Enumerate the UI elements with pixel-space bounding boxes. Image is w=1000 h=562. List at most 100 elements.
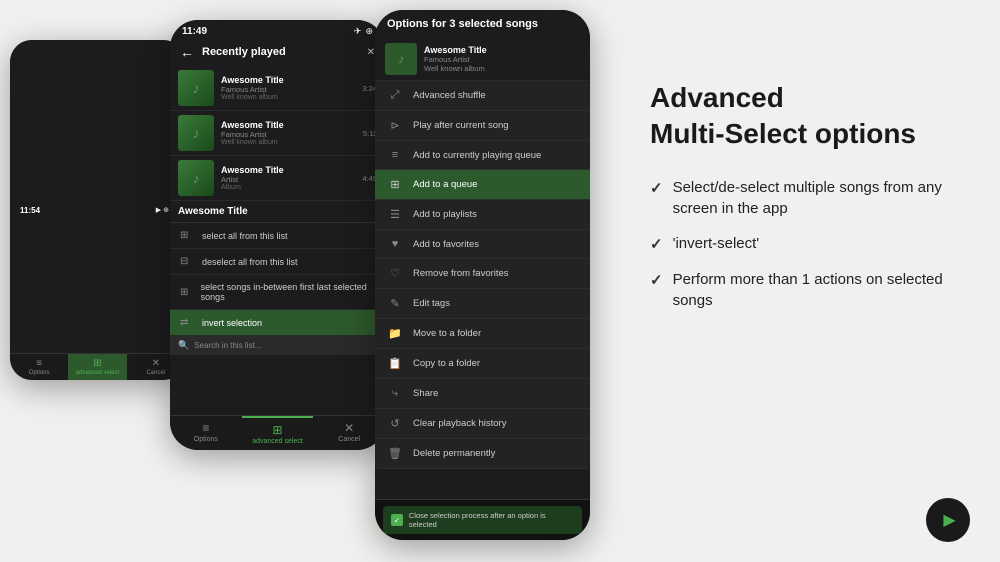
mid-menu-item-1[interactable]: ⊞ select all from this list (170, 223, 385, 249)
app-logo (926, 498, 970, 542)
airplane-icon: ✈ (354, 26, 362, 37)
front-menu-label-shuffle: Advanced shuffle (413, 90, 486, 101)
play-after-icon: ⊳ (387, 119, 403, 132)
mid-song-album-3: Album (221, 184, 362, 191)
options-icon-back: ≡ (36, 358, 42, 369)
mid-thumb-3 (178, 160, 214, 196)
right-panel: Advanced Multi-Select options Select/de-… (650, 80, 970, 325)
mid-menu-label-1: select all from this list (202, 231, 288, 241)
front-menu-label-favorites: Add to favorites (413, 239, 479, 250)
move-folder-icon: 📁 (387, 327, 403, 340)
search-input-mid[interactable]: Search in this list... (194, 341, 377, 350)
phone-front: Options for 3 selected songs ♪ Awesome T… (375, 10, 590, 540)
mid-menu-label-2: deselect all from this list (202, 257, 298, 267)
add-queue-current-icon: ≡ (387, 149, 403, 161)
status-bar-mid: 11:49 ✈ ⊕ (170, 20, 385, 40)
front-menu-edit-tags[interactable]: ✎ Edit tags (375, 289, 590, 319)
feature-text-1: Select/de-select multiple songs from any… (673, 177, 970, 219)
front-menu-move-folder[interactable]: 📁 Move to a folder (375, 319, 590, 349)
deselect-all-icon: ⊟ (180, 256, 194, 267)
heading-line2: Multi-Select options (650, 118, 916, 149)
bottom-tabs-mid: ≡ Options ⊞ advanced select ✕ Cancel (170, 415, 385, 450)
mid-song-title-2: Awesome Title (221, 120, 363, 130)
mid-song-title-1: Awesome Title (221, 75, 362, 85)
phone-back: 11:54 ▶ ⊕ ≡ ♪ Music 📁 Folder 2 4 songs i… (10, 40, 185, 380)
front-menu-add-queue[interactable]: ⊞ Add to a queue (375, 170, 590, 200)
signal-icon: ⊕ (365, 26, 373, 37)
front-menu-share[interactable]: ⤷ Share (375, 379, 590, 409)
mid-song-artist-2: Famous Artist (221, 130, 363, 139)
front-menu-remove-favorites[interactable]: ♡ Remove from favorites (375, 259, 590, 289)
feature-item-1: Select/de-select multiple songs from any… (650, 177, 970, 219)
mid-song-artist-1: Famous Artist (221, 85, 362, 94)
front-menu-delete[interactable]: 🗑 Delete permanently (375, 439, 590, 469)
status-time-mid: 11:49 (182, 26, 207, 37)
invert-icon: ⇄ (180, 317, 194, 328)
front-menu-favorites[interactable]: ♥ Add to favorites (375, 230, 590, 259)
tab-advanced-mid[interactable]: ⊞ advanced select (242, 416, 314, 450)
clear-history-icon: ↺ (387, 417, 403, 430)
phone-mid: 11:49 ✈ ⊕ ← Recently played ✕ Awesome Ti… (170, 20, 385, 450)
front-menu-label-delete: Delete permanently (413, 448, 495, 459)
add-queue-icon: ⊞ (387, 178, 403, 191)
search-icon-mid: 🔍 (178, 340, 189, 351)
mid-song-album-2: Well known album (221, 139, 363, 146)
bottom-tabs-back: ≡ Options ⊞ advanced select ✕ Cancel (10, 353, 185, 380)
mid-song-3[interactable]: Awesome Title Artist Album 4:49 (170, 156, 385, 201)
cancel-icon-back: ✕ (152, 358, 160, 369)
feature-list: Select/de-select multiple songs from any… (650, 177, 970, 311)
cancel-tab-icon-mid: ✕ (344, 421, 354, 435)
edit-tags-icon: ✎ (387, 297, 403, 310)
front-menu-label-remove-favorites: Remove from favorites (413, 268, 509, 279)
mid-song-album-1: Well known album (221, 94, 362, 101)
tab-options-mid[interactable]: ≡ Options (170, 416, 242, 450)
tab-advanced-back[interactable]: ⊞ advanced select (68, 354, 126, 380)
mid-menu-item-3[interactable]: ⊞ select songs in-between first last sel… (170, 275, 385, 310)
front-menu-shuffle[interactable]: ⤢ Advanced shuffle (375, 81, 590, 111)
front-menu-label-copy-folder: Copy to a folder (413, 358, 480, 369)
advanced-icon-back: ⊞ (93, 358, 101, 369)
close-process-checkbox[interactable]: ✓ (391, 514, 403, 526)
options-tab-icon-mid: ≡ (202, 421, 209, 435)
front-menu-label-queue-current: Add to currently playing queue (413, 150, 541, 161)
front-song-album: Well known album (424, 64, 580, 73)
phone-back-screen: 11:54 ▶ ⊕ ≡ ♪ Music 📁 Folder 2 4 songs i… (10, 40, 185, 380)
front-song-item[interactable]: ♪ Awesome Title Famous Artist Well known… (375, 38, 590, 81)
select-all-icon: ⊞ (180, 230, 194, 241)
front-bottom-bar: ✓ Close selection process after an optio… (375, 499, 590, 540)
feature-item-3: Perform more than 1 actions on selected … (650, 269, 970, 311)
front-menu-label-move-folder: Move to a folder (413, 328, 481, 339)
mid-song-2[interactable]: Awesome Title Famous Artist Well known a… (170, 111, 385, 156)
mid-search-bar: 🔍 Search in this list... (170, 336, 385, 355)
advanced-tab-icon-mid: ⊞ (272, 423, 282, 437)
front-menu-label-edit-tags: Edit tags (413, 298, 450, 309)
favorites-icon: ♥ (387, 238, 403, 250)
status-icons-mid: ✈ ⊕ (354, 26, 373, 37)
nav-bar-mid: ← Recently played ✕ (170, 40, 385, 66)
heading-line1: Advanced (650, 82, 784, 113)
playlists-icon: ☰ (387, 208, 403, 221)
status-time-back: 11:54 (20, 206, 40, 215)
mid-thumb-1 (178, 70, 214, 106)
front-menu-label-playlists: Add to playlists (413, 209, 477, 220)
mid-song-title-3: Awesome Title (221, 165, 362, 175)
front-menu-copy-folder[interactable]: 📋 Copy to a folder (375, 349, 590, 379)
nav-icons-mid: ✕ (367, 47, 375, 58)
remove-favorites-icon: ♡ (387, 267, 403, 280)
front-menu-play-after[interactable]: ⊳ Play after current song (375, 111, 590, 141)
back-button-mid[interactable]: ← (180, 44, 194, 60)
front-menu-label-clear-history: Clear playback history (413, 418, 506, 429)
mid-menu-item-4[interactable]: ⇄ invert selection (170, 310, 385, 336)
front-menu-playlists[interactable]: ☰ Add to playlists (375, 200, 590, 230)
panel-heading: Advanced Multi-Select options (650, 80, 970, 153)
front-menu-add-queue-current[interactable]: ≡ Add to currently playing queue (375, 141, 590, 170)
phone-mid-screen: 11:49 ✈ ⊕ ← Recently played ✕ Awesome Ti… (170, 20, 385, 450)
front-menu-clear-history[interactable]: ↺ Clear playback history (375, 409, 590, 439)
front-song-artist: Famous Artist (424, 55, 580, 64)
tab-options-back[interactable]: ≡ Options (10, 354, 68, 380)
close-process-row[interactable]: ✓ Close selection process after an optio… (383, 506, 582, 534)
phone-front-screen: Options for 3 selected songs ♪ Awesome T… (375, 10, 590, 540)
mid-menu-item-2[interactable]: ⊟ deselect all from this list (170, 249, 385, 275)
mid-song-1[interactable]: Awesome Title Famous Artist Well known a… (170, 66, 385, 111)
copy-folder-icon: 📋 (387, 357, 403, 370)
